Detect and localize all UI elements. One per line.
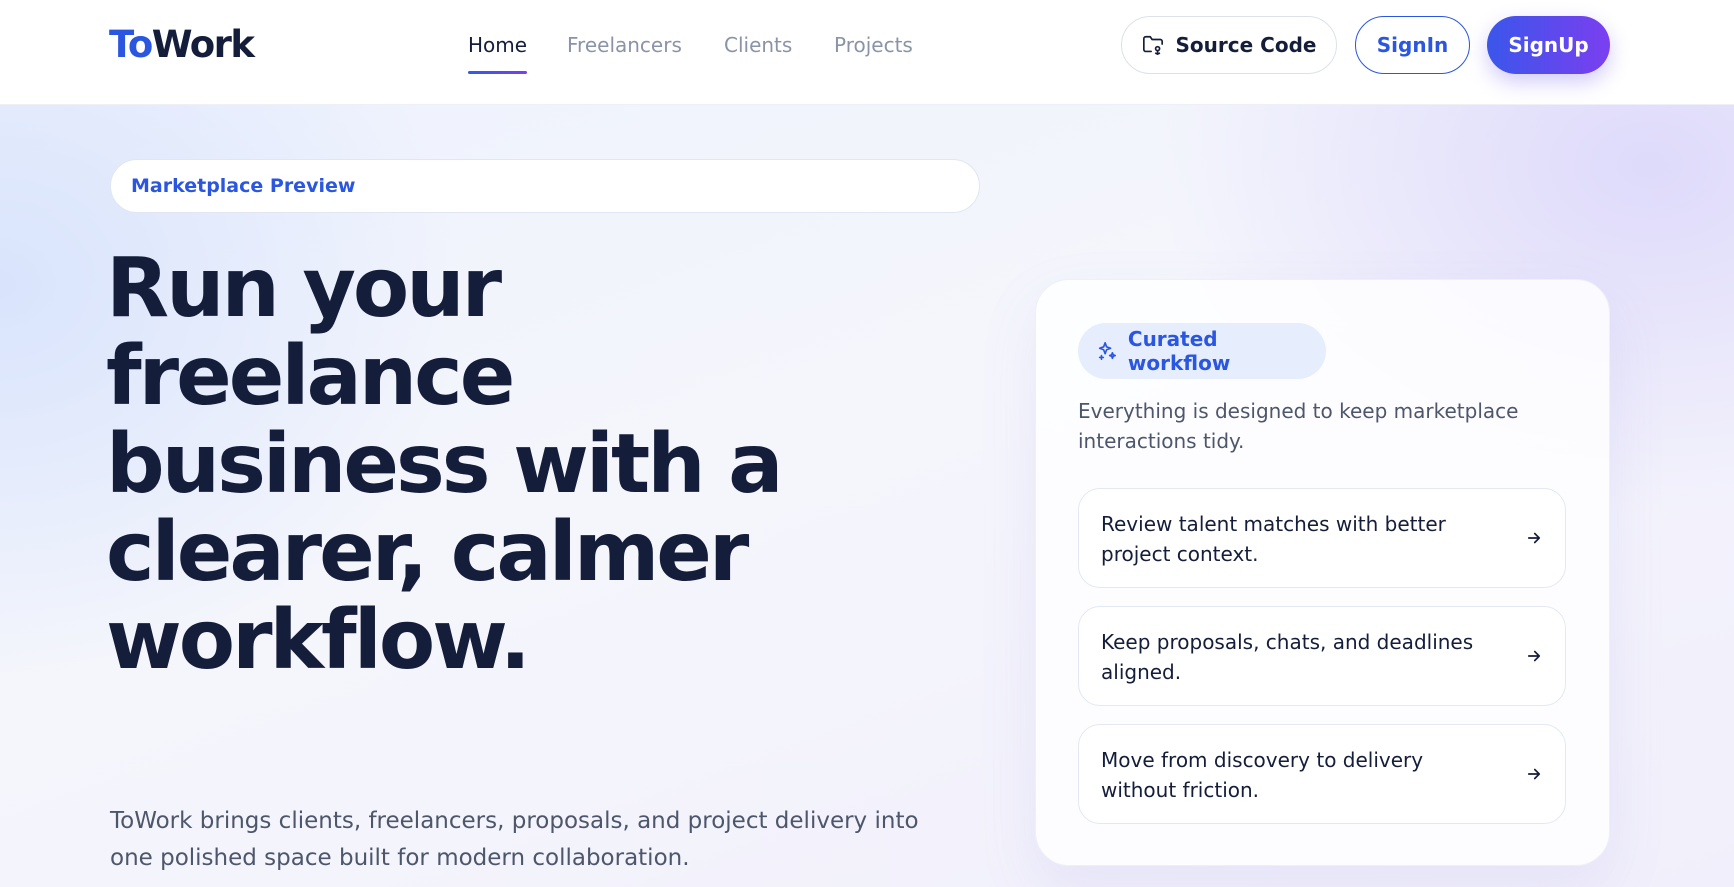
signup-button[interactable]: SignUp	[1487, 16, 1610, 74]
arrow-right-icon	[1527, 532, 1541, 544]
nav-projects[interactable]: Projects	[834, 30, 913, 74]
workflow-step-text: Keep proposals, chats, and deadlines ali…	[1101, 630, 1474, 684]
workflow-step-1[interactable]: Review talent matches with better projec…	[1078, 488, 1566, 588]
curated-workflow-badge: Curated workflow	[1078, 323, 1326, 379]
hero-subtitle: ToWork brings clients, freelancers, prop…	[110, 808, 919, 871]
signin-button[interactable]: SignIn	[1355, 16, 1470, 74]
workflow-card: Curated workflow Everything is designed …	[1035, 279, 1610, 866]
nav-freelancers[interactable]: Freelancers	[567, 30, 682, 74]
marketplace-preview-label: Marketplace Preview	[131, 175, 356, 197]
workflow-step-text: Move from discovery to delivery without …	[1101, 748, 1424, 802]
sparkle-icon	[1098, 341, 1116, 361]
logo-suffix: Work	[151, 23, 255, 66]
marketplace-preview-pill: Marketplace Preview	[110, 159, 980, 213]
folder-code-icon	[1142, 35, 1163, 55]
arrow-right-icon	[1527, 768, 1541, 780]
top-navbar: ToWork Home Freelancers Clients Projects…	[0, 0, 1734, 105]
nav-home[interactable]: Home	[468, 30, 528, 74]
workflow-description: Everything is designed to keep marketpla…	[1078, 399, 1519, 453]
arrow-right-icon	[1527, 650, 1541, 662]
workflow-step-3[interactable]: Move from discovery to delivery without …	[1078, 724, 1566, 824]
nav-clients[interactable]: Clients	[724, 30, 792, 74]
curated-workflow-label: Curated workflow	[1127, 327, 1231, 375]
workflow-step-2[interactable]: Keep proposals, chats, and deadlines ali…	[1078, 606, 1566, 706]
brand-logo[interactable]: ToWork	[109, 22, 255, 68]
workflow-step-text: Review talent matches with better projec…	[1101, 512, 1446, 566]
logo-prefix: To	[109, 23, 153, 66]
hero-section: Marketplace Preview Run your freelance b…	[0, 105, 1734, 887]
source-code-label: Source Code	[1175, 33, 1317, 57]
hero-title: Run your freelance business with a clear…	[106, 241, 783, 688]
source-code-button[interactable]: Source Code	[1121, 16, 1337, 74]
